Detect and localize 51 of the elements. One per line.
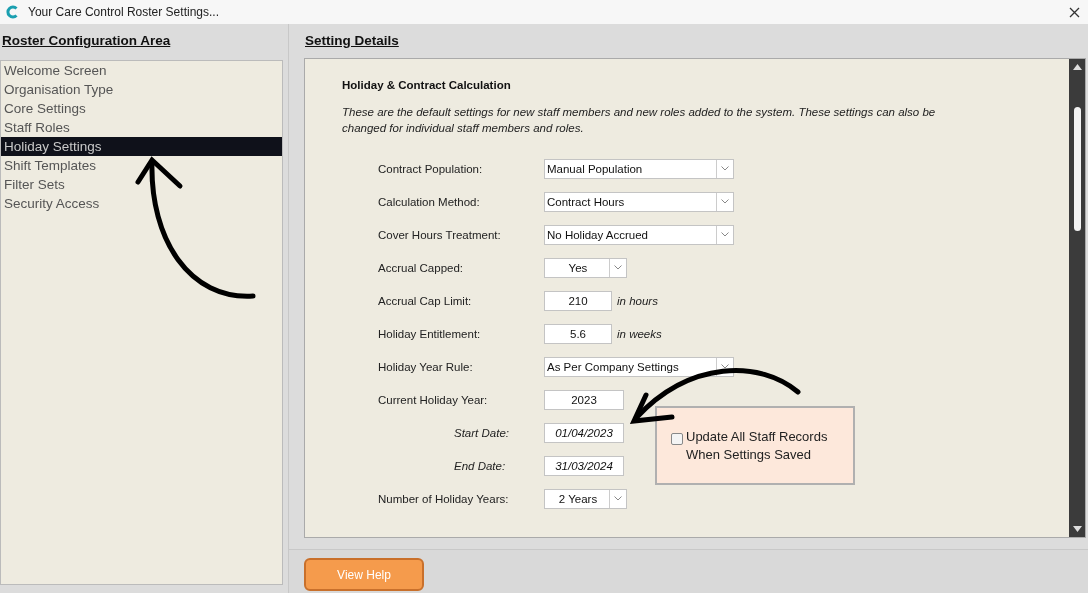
unit-label: in hours — [617, 294, 658, 307]
dropdown[interactable]: Contract Hours — [544, 191, 734, 212]
caret-icon — [721, 166, 729, 171]
sidebar-item[interactable]: Core Settings — [1, 99, 282, 118]
input-field[interactable]: 31/03/2024 — [544, 455, 624, 476]
field-label: Current Holiday Year: — [377, 393, 489, 406]
dropdown[interactable]: As Per Company Settings — [544, 356, 734, 377]
description-text: These are the default settings for new staff members and new roles added to the system. These settings can also be changed for individual staff members and roles. — [342, 105, 937, 136]
caret-icon — [614, 496, 622, 501]
app-logo-icon — [5, 5, 19, 19]
caret-icon — [721, 364, 729, 369]
field-label: Accrual Capped: — [377, 261, 465, 274]
caret-icon — [721, 199, 729, 204]
scroll-thumb[interactable] — [1073, 107, 1081, 231]
field-label: End Date: — [453, 459, 507, 472]
checkbox[interactable] — [671, 433, 683, 445]
scroll-up-icon[interactable] — [1072, 64, 1082, 70]
checkbox-label: Update All Staff Records When Settings Saved — [686, 428, 829, 464]
sidebar-item[interactable]: Staff Roles — [1, 118, 282, 137]
field-label: Cover Hours Treatment: — [377, 228, 502, 241]
unit-label: in weeks — [617, 327, 662, 340]
dropdown[interactable]: Manual Population — [544, 158, 734, 179]
caret-icon — [614, 265, 622, 270]
close-icon[interactable] — [1069, 6, 1080, 18]
field-label: Holiday Entitlement: — [377, 327, 482, 340]
dropdown[interactable]: 2 Years — [544, 488, 627, 509]
sidebar-item[interactable]: Holiday Settings — [1, 137, 282, 156]
window-title: Your Care Control Roster Settings... — [28, 5, 220, 19]
input-field[interactable]: 01/04/2023 — [544, 422, 624, 443]
field-label: Holiday Year Rule: — [377, 360, 474, 373]
field-label: Accrual Cap Limit: — [377, 294, 473, 307]
scroll-down-icon[interactable] — [1072, 526, 1082, 532]
field-label: Number of Holiday Years: — [377, 492, 510, 505]
input-field[interactable]: 5.6 — [544, 323, 612, 344]
caret-icon — [721, 232, 729, 237]
dropdown[interactable]: Yes — [544, 257, 627, 278]
sidebar-item[interactable]: Security Access — [1, 194, 282, 213]
sidebar-item[interactable]: Shift Templates — [1, 156, 282, 175]
sidebar-item[interactable]: Filter Sets — [1, 175, 282, 194]
sidebar-title: Roster Configuration Area — [1, 32, 172, 50]
field-label: Calculation Method: — [377, 195, 481, 208]
dropdown[interactable]: No Holiday Accrued — [544, 224, 734, 245]
section-title: Holiday & Contract Calculation — [342, 79, 512, 91]
scrollbar[interactable] — [1069, 59, 1085, 537]
input-field[interactable]: 2023 — [544, 389, 624, 410]
field-label: Start Date: — [453, 426, 510, 439]
input-field[interactable]: 210 — [544, 290, 612, 311]
sidebar-item[interactable]: Organisation Type — [1, 80, 282, 99]
sidebar-item[interactable]: Welcome Screen — [1, 61, 282, 80]
details-title: Setting Details — [304, 32, 400, 50]
field-label: Contract Population: — [377, 162, 484, 175]
